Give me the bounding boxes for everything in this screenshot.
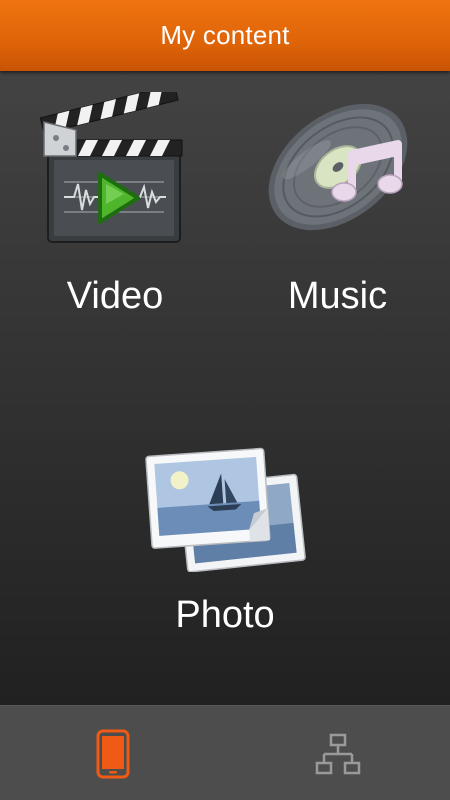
photo-stack-icon bbox=[144, 447, 306, 572]
bottom-navigation bbox=[0, 705, 450, 800]
network-icon bbox=[315, 733, 360, 774]
app-screen: My content Video Music Photo bbox=[0, 0, 450, 800]
music-label: Music bbox=[287, 275, 388, 317]
video-label: Video bbox=[66, 275, 164, 317]
tab-this-device[interactable] bbox=[0, 706, 225, 800]
page-title: My content bbox=[160, 20, 290, 50]
photo-tile[interactable]: Photo bbox=[130, 440, 320, 637]
music-tile[interactable]: Music bbox=[245, 92, 430, 318]
app-header: My content bbox=[0, 0, 450, 71]
video-clapperboard-icon bbox=[40, 92, 183, 243]
tab-network[interactable] bbox=[225, 706, 450, 800]
music-disc-icon bbox=[268, 103, 407, 231]
photo-label: Photo bbox=[175, 594, 275, 636]
phone-icon bbox=[96, 729, 129, 778]
video-tile[interactable]: Video bbox=[20, 92, 210, 318]
